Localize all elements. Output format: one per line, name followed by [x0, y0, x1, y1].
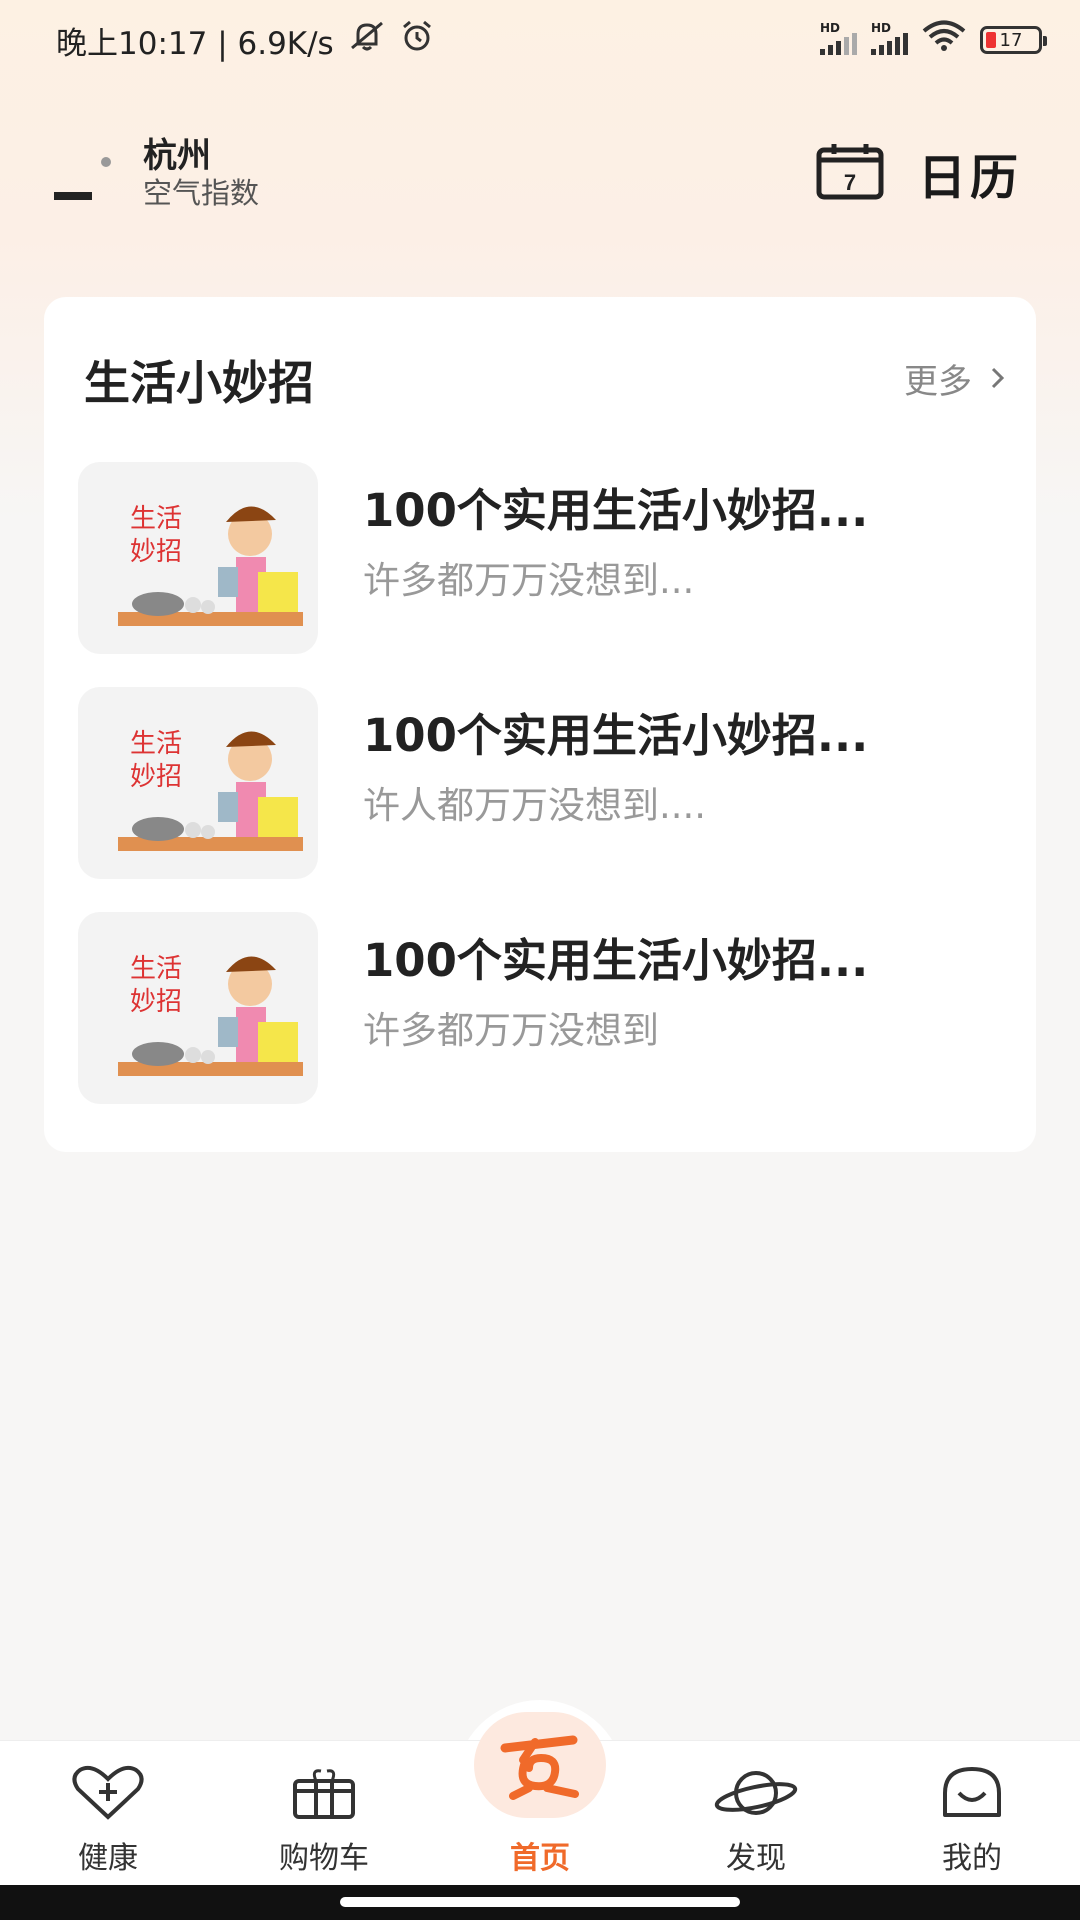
calendar-label: 日历: [917, 150, 1022, 206]
status-time-speed: 晚上10:17 | 6.9K/s: [56, 25, 334, 62]
top-header: 杭州 空气指数 7 日历: [0, 110, 1080, 220]
hd-label: HD: [820, 21, 841, 35]
tip-title: 100个实用生活小妙招...: [363, 934, 869, 987]
list-item[interactable]: 生活 妙招 100个实用生活小妙招... 许多都万万没想到: [78, 912, 1008, 1104]
planet-icon: [714, 1771, 798, 1815]
signal-icon: HD: [871, 21, 908, 55]
nav-item-discover[interactable]: 发现: [648, 1741, 864, 1886]
nav-item-cart[interactable]: 购物车: [216, 1741, 432, 1886]
thumb-text-1: 生活: [130, 729, 182, 759]
signal-icon: HD: [820, 21, 857, 55]
tip-thumbnail: 生活 妙招: [78, 462, 318, 654]
thumb-text-2: 妙招: [130, 762, 182, 792]
list-item[interactable]: 生活 妙招 100个实用生活小妙招... 许多都万万没想到...: [78, 462, 1008, 654]
status-left: 晚上10:17 | 6.9K/s: [56, 18, 434, 63]
nav-label: 首页: [510, 1841, 570, 1876]
chevron-right-icon: [990, 359, 1006, 399]
alarm-icon: [400, 19, 434, 61]
nav-item-health[interactable]: 健康: [0, 1741, 216, 1886]
tip-title: 100个实用生活小妙招...: [363, 709, 869, 762]
thumb-text-2: 妙招: [130, 987, 182, 1017]
more-label: 更多: [904, 362, 972, 402]
gift-box-icon: [293, 1769, 355, 1819]
nav-label: 发现: [726, 1841, 786, 1876]
battery-icon: 17: [980, 26, 1047, 54]
heart-plus-icon: [72, 1765, 144, 1820]
smile-face-icon: [943, 1767, 1001, 1817]
home-indicator[interactable]: [340, 1897, 740, 1907]
nav-item-mine[interactable]: 我的: [864, 1741, 1080, 1886]
nav-label: 健康: [78, 1841, 138, 1876]
card-title: 生活小妙招: [84, 356, 314, 410]
more-link[interactable]: 更多: [904, 354, 1006, 403]
calendar-day-number: 7: [844, 170, 856, 195]
status-right: HD HD 17: [820, 20, 1047, 60]
calendar-button[interactable]: 7 日历: [816, 138, 1022, 208]
tip-subtitle: 许人都万万没想到....: [363, 784, 707, 827]
thumb-text-1: 生活: [130, 504, 182, 534]
life-tips-card: 生活小妙招 更多 生活 妙招 100个实用生活小妙招... 许多都万万没想到..: [44, 297, 1036, 1152]
tip-thumbnail: 生活 妙招: [78, 912, 318, 1104]
weather-icon[interactable]: [54, 132, 114, 202]
list-item[interactable]: 生活 妙招 100个实用生活小妙招... 许人都万万没想到....: [78, 687, 1008, 879]
status-bar: 晚上10:17 | 6.9K/s HD HD 17: [0, 0, 1080, 80]
calendar-icon: 7: [816, 142, 884, 204]
nav-label: 购物车: [279, 1841, 369, 1876]
battery-level: 17: [999, 29, 1023, 51]
home-logo-icon[interactable]: [474, 1712, 606, 1818]
wifi-icon: [922, 20, 966, 60]
air-quality-label[interactable]: 空气指数: [143, 170, 259, 212]
thumb-text-1: 生活: [130, 954, 182, 984]
tip-title: 100个实用生活小妙招...: [363, 484, 869, 537]
tip-subtitle: 许多都万万没想到: [363, 1009, 659, 1052]
thumb-text-2: 妙招: [130, 537, 182, 567]
tip-thumbnail: 生活 妙招: [78, 687, 318, 879]
mute-bell-icon: [348, 20, 386, 60]
tip-subtitle: 许多都万万没想到...: [363, 559, 695, 602]
gesture-bar: [0, 1885, 1080, 1920]
hd-label: HD: [871, 21, 892, 35]
nav-label: 我的: [942, 1841, 1002, 1876]
